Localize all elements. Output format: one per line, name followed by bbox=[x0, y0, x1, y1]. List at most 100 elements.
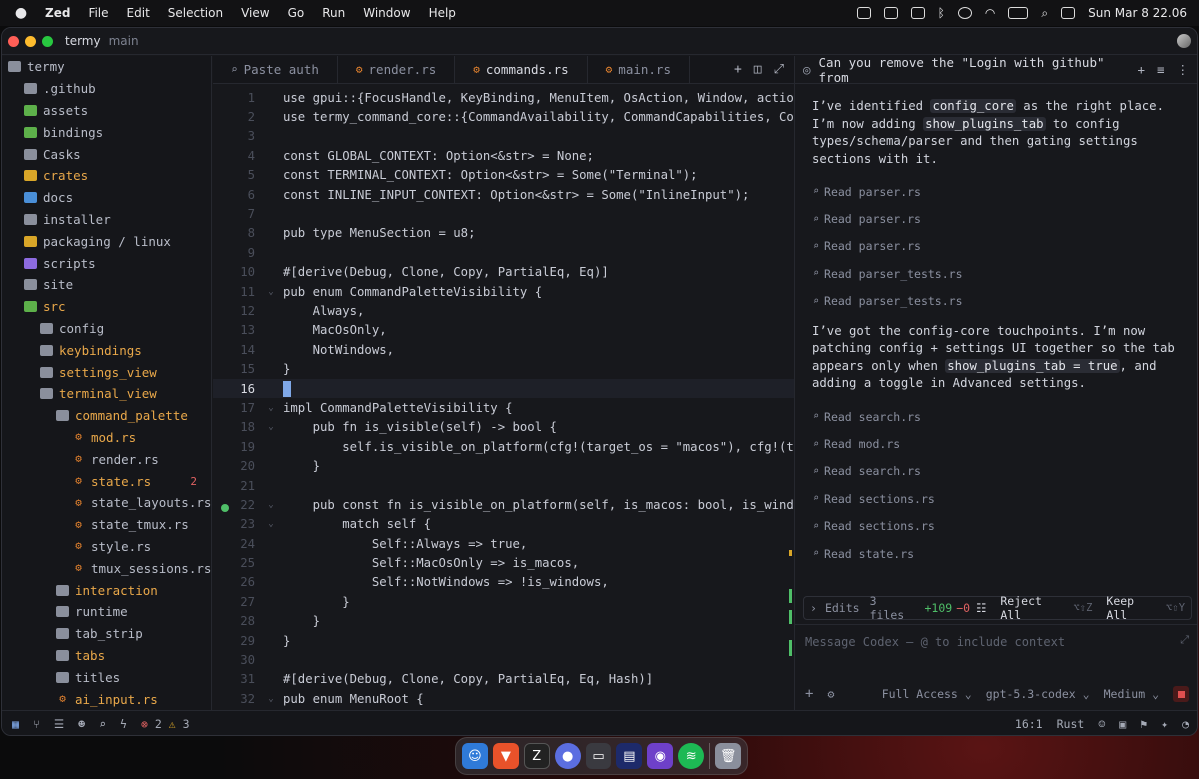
folder-item[interactable]: runtime bbox=[2, 601, 211, 623]
fold-chevron-icon[interactable]: ⌄ bbox=[259, 500, 283, 510]
fold-chevron-icon[interactable]: ⌄ bbox=[259, 519, 283, 529]
cursor-position[interactable]: 16:1 bbox=[1015, 717, 1043, 731]
notifications-icon[interactable]: ◔ bbox=[1182, 717, 1189, 731]
code-line[interactable]: 3 bbox=[213, 127, 794, 146]
fold-chevron-icon[interactable]: ⌄ bbox=[259, 287, 283, 297]
code-line[interactable]: 18 ⌄ pub fn is_visible(self) -> bool { bbox=[213, 418, 794, 437]
clipboard-icon[interactable] bbox=[910, 7, 925, 19]
project-name[interactable]: termy bbox=[65, 34, 101, 48]
folder-item[interactable]: .github bbox=[2, 78, 211, 100]
effort-selector[interactable]: Medium ⌄ bbox=[1104, 687, 1159, 701]
menu-go[interactable]: Go bbox=[288, 6, 305, 20]
chevron-right-icon[interactable]: › bbox=[810, 601, 817, 615]
thread-title[interactable]: Can you remove the "Login with github" f… bbox=[819, 55, 1138, 85]
menu-edit[interactable]: Edit bbox=[127, 6, 150, 20]
folder-item[interactable]: packaging / linux bbox=[2, 230, 211, 252]
minimize-window-button[interactable] bbox=[25, 35, 36, 47]
folder-item[interactable]: docs bbox=[2, 187, 211, 209]
code-line[interactable]: 16 bbox=[213, 378, 794, 399]
status-item-icon[interactable] bbox=[856, 7, 871, 19]
code-line[interactable]: 8 pub type MenuSection = u8; bbox=[213, 224, 794, 243]
screen-icon[interactable] bbox=[883, 7, 898, 19]
code-line[interactable]: 22 ⌄ pub const fn is_visible_on_platform(… bbox=[213, 495, 868, 514]
tool-call-read[interactable]: ⌕ Read parser.rs bbox=[795, 233, 1197, 260]
tool-call-read[interactable]: ⌕ Read parser.rs bbox=[795, 205, 1197, 232]
folder-item[interactable]: settings_view bbox=[2, 361, 211, 383]
file-item[interactable]: ⚙ ai_input.rs bbox=[2, 688, 211, 710]
tool-call-read[interactable]: ⌕ Read parser_tests.rs bbox=[795, 288, 1197, 315]
code-line[interactable]: 27 } bbox=[213, 592, 794, 611]
new-tab-icon[interactable]: + bbox=[734, 62, 742, 77]
wifi-icon[interactable]: ◠ bbox=[985, 6, 995, 20]
code-line[interactable]: 13 MacOsOnly, bbox=[213, 321, 794, 340]
vim-icon[interactable]: ☺ bbox=[1098, 717, 1105, 731]
trash-icon[interactable]: 🗑 bbox=[715, 743, 742, 769]
file-item[interactable]: ⚙ style.rs bbox=[2, 536, 211, 558]
code-line[interactable]: 20 } bbox=[213, 456, 794, 475]
project-panel-toggle-icon[interactable]: ▦ bbox=[12, 717, 19, 731]
battery-icon[interactable] bbox=[1008, 7, 1029, 19]
control-center-icon[interactable] bbox=[1061, 7, 1076, 19]
code-line[interactable]: 4 const GLOBAL_CONTEXT: Option<&str> = No… bbox=[213, 146, 794, 165]
code-line[interactable]: 30 bbox=[213, 650, 794, 669]
reject-all-button[interactable]: Reject All bbox=[1000, 594, 1067, 622]
code-line[interactable]: 9 bbox=[213, 243, 794, 262]
file-item[interactable]: ⚙ render.rs bbox=[2, 448, 211, 470]
menu-selection[interactable]: Selection bbox=[168, 6, 223, 20]
folder-item[interactable]: tabs bbox=[2, 645, 211, 667]
tool-call-read[interactable]: ⌕ Read search.rs bbox=[795, 458, 1197, 485]
folder-item[interactable]: tab_strip bbox=[2, 623, 211, 645]
brave-browser-icon[interactable]: ▼ bbox=[492, 743, 519, 769]
xcode-like-icon[interactable]: ▤ bbox=[616, 743, 643, 769]
menu-view[interactable]: View bbox=[241, 6, 269, 20]
editor-tab[interactable]: ⚙ render.rs bbox=[338, 56, 456, 83]
folder-item[interactable]: titles bbox=[2, 666, 211, 688]
code-area[interactable]: 1 use gpui::{FocusHandle, KeyBinding, Men… bbox=[213, 84, 868, 728]
menu-file[interactable]: File bbox=[88, 6, 108, 20]
code-line[interactable]: 1 use gpui::{FocusHandle, KeyBinding, Men… bbox=[213, 88, 824, 107]
folder-item[interactable]: assets bbox=[2, 100, 211, 122]
folder-item[interactable]: terminal_view bbox=[2, 383, 211, 405]
finder-icon[interactable]: ☺ bbox=[462, 743, 488, 769]
github-desktop-icon[interactable]: ◉ bbox=[647, 743, 674, 769]
tool-call-read[interactable]: ⌕ Read sections.rs bbox=[795, 485, 1197, 512]
new-thread-icon[interactable]: + bbox=[1137, 62, 1145, 77]
folder-item[interactable]: config bbox=[2, 318, 211, 340]
folder-item[interactable]: site bbox=[2, 274, 211, 296]
menu-icon[interactable]: ≡ bbox=[1157, 62, 1165, 77]
tool-call-read[interactable]: ⌕ Read parser.rs bbox=[795, 178, 1197, 205]
code-line[interactable]: 17 ⌄ impl CommandPaletteVisibility { bbox=[213, 398, 794, 417]
tool-call-read[interactable]: ⌕ Read state.rs bbox=[795, 540, 1197, 567]
code-line[interactable]: 23 ⌄ match self { bbox=[213, 515, 794, 534]
code-line[interactable]: 32 ⌄ pub enum MenuRoot { bbox=[213, 689, 794, 708]
outline-icon[interactable]: ☰ bbox=[54, 717, 64, 731]
tool-call-read[interactable]: ⌕ Read sections.rs bbox=[795, 513, 1197, 540]
folder-item[interactable]: Casks bbox=[2, 143, 211, 165]
code-line[interactable]: 31 #[derive(Debug, Clone, Copy, PartialEq… bbox=[213, 670, 794, 689]
file-item[interactable]: ⚙ tmux_sessions.rs bbox=[2, 557, 211, 579]
split-pane-icon[interactable]: ◫ bbox=[754, 62, 762, 77]
model-selector[interactable]: gpt-5.3-codex ⌄ bbox=[986, 687, 1090, 701]
keep-all-button[interactable]: Keep All bbox=[1106, 594, 1160, 622]
debug-icon[interactable]: ⚑ bbox=[1140, 717, 1147, 731]
code-line[interactable]: 14 NotWindows, bbox=[213, 340, 794, 359]
file-item[interactable]: ⚙ mod.rs bbox=[2, 427, 211, 449]
code-line[interactable]: 12 Always, bbox=[213, 301, 794, 320]
diagnostics-button[interactable]: ⊗ 2 ⚠ 3 bbox=[141, 717, 190, 731]
editor-tab[interactable]: ⌕ Paste auth bbox=[213, 56, 338, 83]
fold-chevron-icon[interactable]: ⌄ bbox=[259, 422, 283, 432]
editor-tab[interactable]: ⚙ commands.rs bbox=[455, 56, 588, 83]
language-selector[interactable]: Rust bbox=[1057, 717, 1085, 731]
access-selector[interactable]: Full Access ⌄ bbox=[882, 687, 972, 701]
settings-icon[interactable]: ⚙ bbox=[827, 687, 834, 701]
code-line[interactable]: 6 const INLINE_INPUT_CONTEXT: Option<&str… bbox=[213, 185, 794, 204]
code-line[interactable]: 2 use termy_command_core::{CommandAvailab… bbox=[213, 107, 861, 126]
zed-icon[interactable]: Z bbox=[523, 743, 550, 769]
branch-name[interactable]: main bbox=[109, 34, 139, 48]
search-icon[interactable]: ⌕ bbox=[99, 717, 106, 731]
chat-app-icon[interactable]: ● bbox=[554, 743, 581, 769]
file-item[interactable]: ⚙ state_layouts.rs bbox=[2, 492, 211, 514]
code-line[interactable]: 7 bbox=[213, 204, 794, 223]
code-line[interactable]: 21 bbox=[213, 476, 794, 495]
maximize-icon[interactable]: ⤢ bbox=[774, 62, 784, 77]
